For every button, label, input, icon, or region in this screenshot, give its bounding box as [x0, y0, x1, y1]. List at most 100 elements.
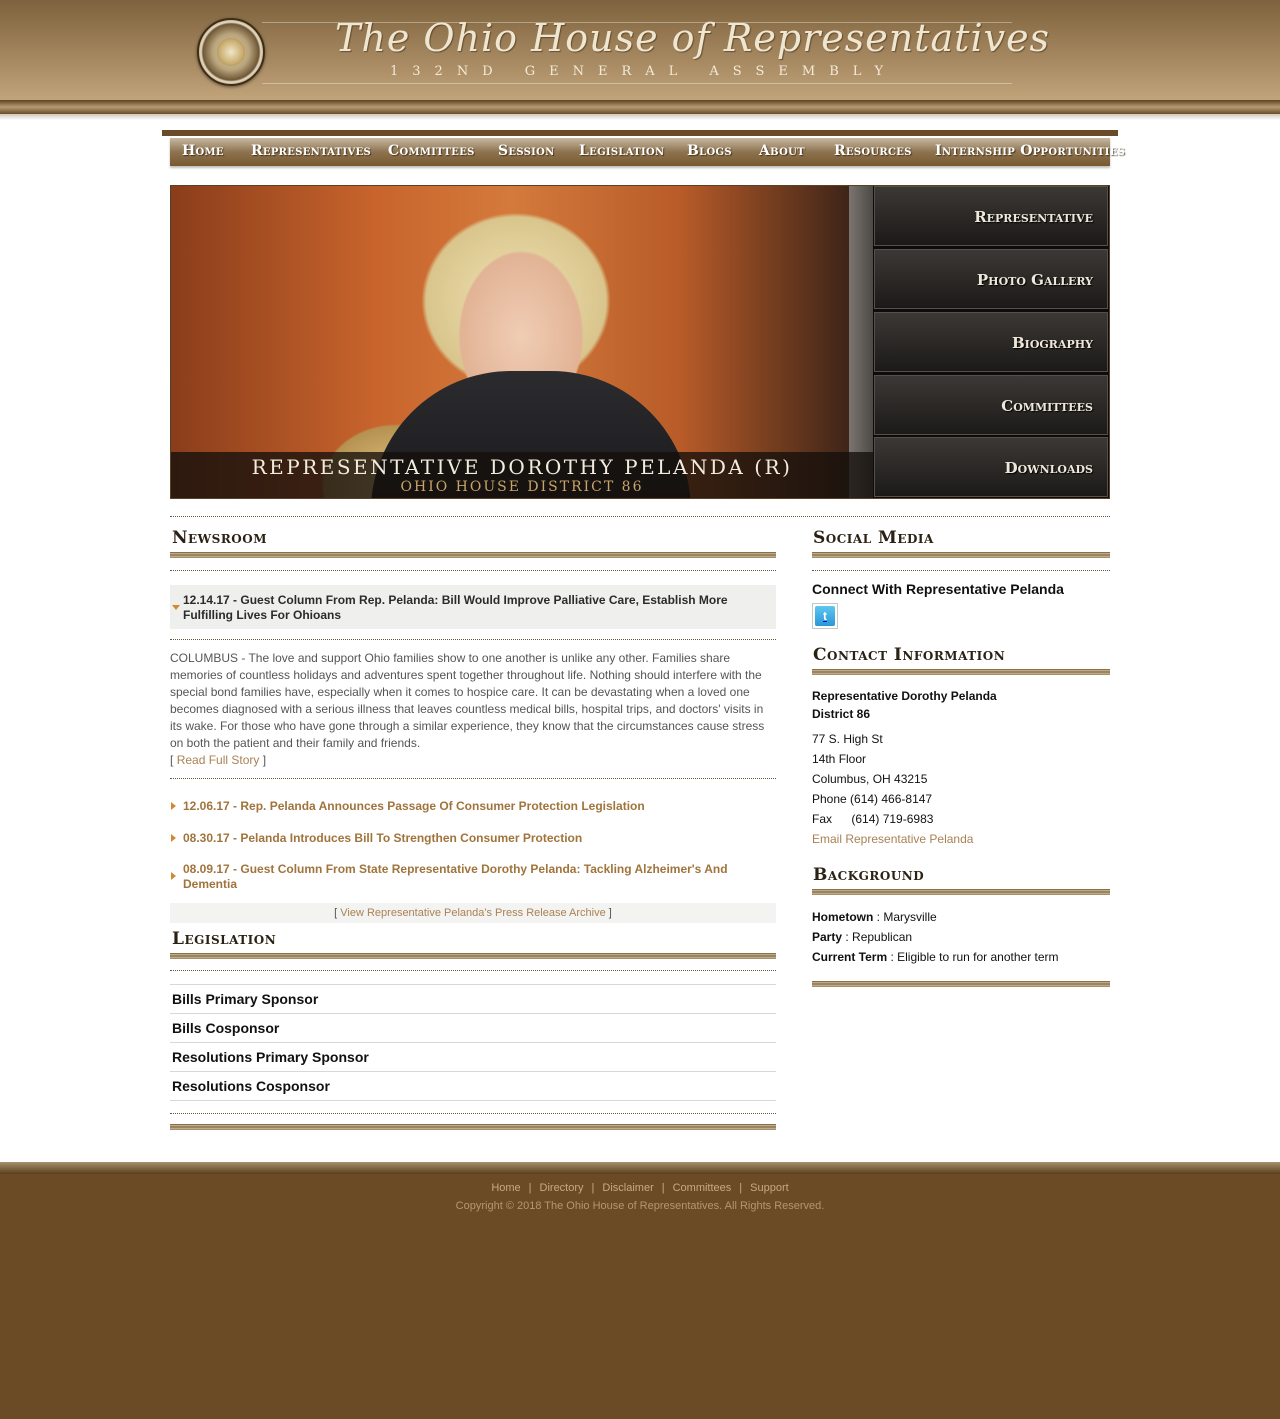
fax-number: (614) 719-6983 [851, 812, 934, 826]
hometown-label: Hometown [812, 910, 874, 924]
contact-address-line2: 14th Floor [812, 752, 867, 766]
footer-link-support[interactable]: Support [750, 1182, 789, 1194]
twitter-link[interactable]: t [812, 603, 838, 629]
ohio-seal-logo[interactable] [197, 18, 265, 86]
archive-bracket-open: [ [334, 907, 338, 919]
email-representative-link[interactable]: Email Representative Pelanda [812, 832, 973, 846]
nav-item-blogs[interactable]: Blogs [687, 143, 732, 159]
footer-separator: | [528, 1182, 532, 1194]
read-more-bracket-close: ] [262, 753, 267, 767]
footer-link-disclaimer[interactable]: Disclaimer [602, 1182, 653, 1194]
news-item-link[interactable]: 08.09.17 - Guest Column From State Repre… [183, 862, 753, 892]
contact-name: Representative Dorothy Pelanda [812, 689, 997, 703]
contact-address-line1: 77 S. High St [812, 732, 883, 746]
social-media-heading: Social Media [813, 528, 934, 548]
contact-bar [812, 669, 1110, 675]
term-label: Current Term [812, 950, 888, 964]
footer-link-committees[interactable]: Committees [673, 1182, 732, 1194]
contact-city: Columbus, OH 43215 [812, 772, 928, 786]
bullet-arrow-icon [171, 872, 176, 880]
nav-item-legislation[interactable]: Legislation [579, 143, 664, 159]
divider [170, 570, 776, 571]
divider [170, 1113, 776, 1114]
hero-menu-downloads[interactable]: Downloads [874, 437, 1108, 497]
nav-item-resources[interactable]: Resources [834, 143, 912, 159]
featured-news[interactable]: 12.14.17 - Guest Column From Rep. Peland… [170, 585, 776, 629]
divider [812, 570, 1110, 571]
header-shadow [0, 114, 1280, 120]
featured-news-body: COLUMBUS - The love and support Ohio fam… [170, 651, 765, 750]
nav-item-committees[interactable]: Committees [388, 143, 475, 159]
seal-center [217, 38, 245, 66]
party-value: : Republican [842, 930, 913, 944]
nav-item-session[interactable]: Session [498, 143, 555, 159]
site-subtitle: 132ND GENERAL ASSEMBLY [390, 64, 898, 79]
nav-item-representatives[interactable]: Representatives [251, 143, 371, 159]
footer-link-home[interactable]: Home [491, 1182, 520, 1194]
representative-name: REPRESENTATIVE DOROTHY PELANDA (R) [251, 455, 793, 479]
representative-district: OHIO HOUSE DISTRICT 86 [400, 479, 644, 495]
contact-heading: Contact Information [813, 645, 1006, 665]
news-item-link[interactable]: 08.30.17 - Pelanda Introduces Bill To St… [183, 831, 753, 846]
footer-link-directory[interactable]: Directory [540, 1182, 584, 1194]
footer-separator: | [739, 1182, 743, 1194]
background-party: Party : Republican [812, 930, 912, 944]
read-more: [ Read Full Story ] [170, 753, 266, 767]
party-label: Party [812, 930, 843, 944]
legislation-bills-cosponsor[interactable]: Bills Cosponsor [170, 1013, 776, 1042]
footer-links: Home | Directory | Disclaimer | Committees | Sup… [0, 1182, 1280, 1194]
social-bar [812, 552, 1110, 558]
bullet-arrow-icon [171, 834, 176, 842]
press-archive-link[interactable]: View Representative Pelanda's Press Rele… [340, 907, 605, 919]
featured-news-title[interactable]: 12.14.17 - Guest Column From Rep. Peland… [183, 593, 753, 623]
hero-banner: REPRESENTATIVE DOROTHY PELANDA (R) OHIO … [170, 185, 1110, 499]
hometown-value: : Marysville [873, 910, 937, 924]
nav-item-about[interactable]: About [759, 143, 805, 159]
nav-topbar [162, 130, 1118, 136]
footer-separator: | [661, 1182, 665, 1194]
bullet-arrow-icon [171, 802, 176, 810]
press-archive: [ View Representative Pelanda's Press Re… [170, 903, 776, 923]
legislation-bar [170, 953, 776, 959]
header-band [0, 100, 1280, 114]
hero-menu: Representative Photo Gallery Biography C… [873, 186, 1109, 498]
expand-arrow-icon [172, 605, 180, 610]
nav-item-internship-opportunities[interactable]: Internship Opportunities [935, 143, 1125, 159]
read-full-story-link[interactable]: Read Full Story [177, 753, 260, 767]
sidebar-bottom-bar [812, 981, 1110, 987]
archive-bracket-close: ] [608, 907, 612, 919]
newsroom-heading: Newsroom [172, 528, 267, 548]
legislation-bills-primary-sponsor[interactable]: Bills Primary Sponsor [170, 984, 776, 1013]
read-more-bracket-open: [ [170, 753, 174, 767]
background-bar [812, 889, 1110, 895]
contact-district: District 86 [812, 707, 871, 721]
hero-menu-committees[interactable]: Committees [874, 375, 1108, 435]
hero-menu-representative[interactable]: Representative [874, 186, 1108, 246]
divider [170, 516, 1110, 517]
divider [170, 778, 776, 779]
newsroom-bar [170, 552, 776, 558]
footer-separator: | [591, 1182, 595, 1194]
hero-caption: REPRESENTATIVE DOROTHY PELANDA (R) OHIO … [171, 452, 873, 498]
contact-phone: Phone (614) 466-8147 [812, 792, 933, 806]
fax-label: Fax [812, 812, 833, 826]
contact-fax: Fax (614) 719-6983 [812, 812, 933, 826]
nav-item-home[interactable]: Home [182, 143, 224, 159]
background-heading: Background [813, 865, 925, 885]
background-hometown: Hometown : Marysville [812, 910, 937, 924]
hero-menu-biography[interactable]: Biography [874, 312, 1108, 372]
news-item-link[interactable]: 12.06.17 - Rep. Pelanda Announces Passag… [183, 799, 753, 814]
twitter-icon: t [815, 606, 835, 626]
copyright: Copyright © 2018 The Ohio House of Repre… [455, 1200, 825, 1212]
term-value: : Eligible to run for another term [887, 950, 1059, 964]
legislation-resolutions-cosponsor[interactable]: Resolutions Cosponsor [170, 1071, 776, 1101]
site-title[interactable]: The Ohio House of Representatives [335, 16, 1050, 60]
legislation-resolutions-primary-sponsor[interactable]: Resolutions Primary Sponsor [170, 1042, 776, 1071]
main-nav: Home Representatives Committees Session … [170, 138, 1125, 166]
footer-band [0, 1162, 1280, 1174]
connect-heading: Connect With Representative Pelanda [812, 581, 1064, 597]
hero-menu-photo-gallery[interactable]: Photo Gallery [874, 249, 1108, 309]
legislation-bottom-bar [170, 1124, 776, 1130]
background-term: Current Term : Eligible to run for anoth… [812, 950, 1059, 964]
legislation-heading: Legislation [172, 929, 277, 949]
